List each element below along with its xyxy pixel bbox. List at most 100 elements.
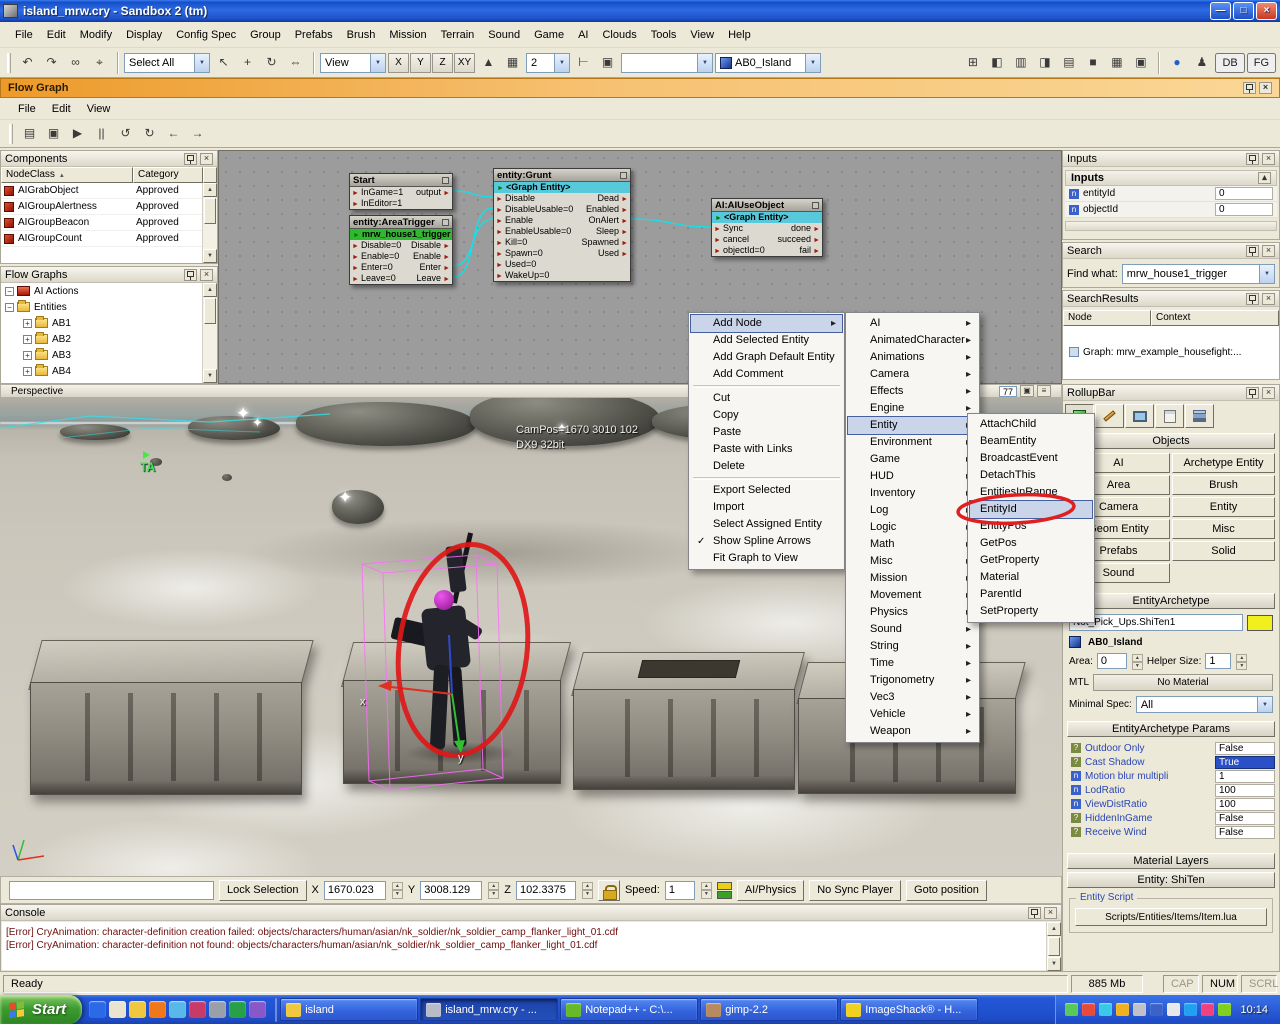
material-layers-header[interactable]: Material Layers [1067, 853, 1275, 869]
tab-layers[interactable] [1185, 404, 1214, 428]
column-header-nodeclass[interactable]: NodeClass [1, 167, 133, 183]
dropdown-arrow-icon[interactable]: ▼ [554, 54, 569, 72]
menu-item[interactable]: Terrain [434, 25, 482, 45]
taskbar-task-button[interactable]: island_mrw.cry - ... [420, 998, 558, 1021]
minimize-button[interactable]: — [1210, 2, 1231, 20]
flowgraph-toolbar-button[interactable]: ↻ [138, 123, 161, 145]
close-icon[interactable]: × [200, 269, 213, 281]
flowgraph-menu-item[interactable]: Edit [44, 100, 79, 118]
tree-expander-icon[interactable] [23, 367, 32, 376]
category-menu-item[interactable]: Physics [848, 604, 977, 621]
object-type-button[interactable]: Entity [1172, 497, 1275, 517]
graph-tree-item[interactable]: AB2 [1, 331, 217, 347]
pin-icon[interactable] [1028, 907, 1041, 919]
entity-menu-item[interactable]: EntityPos [970, 518, 1092, 535]
tray-icon[interactable] [1184, 1003, 1197, 1016]
close-button[interactable]: × [1256, 2, 1277, 20]
collapsed-section-bar[interactable] [1065, 221, 1277, 231]
object-type-button[interactable]: Brush [1172, 475, 1275, 495]
close-icon[interactable]: × [1262, 387, 1275, 399]
graph-tree-item[interactable]: AB4 [1, 363, 217, 379]
category-menu-item[interactable]: Inventory [848, 485, 977, 502]
node-port-row[interactable]: Spawn=0Used [494, 248, 630, 259]
context-menu-item[interactable]: Paste with Links [691, 441, 842, 458]
archetype-color-swatch[interactable] [1247, 615, 1273, 631]
transform-tool-button[interactable]: ↻ [260, 52, 283, 74]
toolbar-icon-button[interactable]: ⌖ [88, 52, 111, 74]
menu-item[interactable]: AI [571, 25, 595, 45]
y-coordinate-input[interactable]: 3008.129 [420, 881, 482, 900]
ai-physics-button[interactable]: AI/Physics [737, 880, 804, 901]
entity-menu-item[interactable]: AttachChild [970, 416, 1092, 433]
close-icon[interactable]: × [1044, 907, 1057, 919]
category-menu-item[interactable]: Game [848, 451, 977, 468]
category-menu-item[interactable]: Mission [848, 570, 977, 587]
quick-launch-icon[interactable] [229, 1001, 246, 1018]
node-target-entity[interactable]: mrw_house1_trigger [350, 229, 452, 240]
graph-tree-item[interactable]: AI Actions [1, 283, 217, 299]
layer-color-swatches[interactable] [717, 882, 732, 899]
node-target-entity[interactable]: <Graph Entity> [494, 182, 630, 193]
no-sync-player-button[interactable]: No Sync Player [809, 880, 901, 901]
tree-expander-icon[interactable] [23, 335, 32, 344]
tree-expander-icon[interactable] [5, 287, 14, 296]
entity-menu-item[interactable]: ParentId [970, 586, 1092, 603]
category-menu-item[interactable]: Animations [848, 349, 977, 366]
transform-tool-button[interactable]: + [236, 52, 259, 74]
search-result-row[interactable]: Graph: mrw_example_housefight:... [1063, 344, 1279, 360]
node-port-row[interactable]: EnableUsable=0Sleep [494, 226, 630, 237]
x-spinner[interactable]: ▲▼ [392, 882, 403, 899]
context-menu-item[interactable]: Add Selected Entity [691, 332, 842, 349]
toolbar-grip[interactable] [7, 53, 11, 73]
node-port-row[interactable]: DisableDead [494, 193, 630, 204]
dropdown-arrow-icon[interactable]: ▼ [194, 54, 209, 72]
category-menu-item[interactable]: Time [848, 655, 977, 672]
node-port-row[interactable]: Disable=0Disable [350, 240, 452, 251]
node-grunt[interactable]: entity:Grunt <Graph Entity> DisableDeadD… [493, 168, 631, 282]
pin-icon[interactable] [1246, 293, 1259, 305]
entity-section-header[interactable]: Entity: ShiTen [1067, 872, 1275, 888]
graph-tree-item[interactable]: AB3 [1, 347, 217, 363]
context-menu-item[interactable] [693, 477, 840, 480]
component-row[interactable]: AIGroupBeacon Approved [1, 215, 217, 231]
param-value[interactable]: False [1215, 812, 1275, 825]
quick-launch-icon[interactable] [149, 1001, 166, 1018]
quick-launch-icon[interactable] [109, 1001, 126, 1018]
node-port-row[interactable]: InEditor=1 [350, 198, 452, 209]
database-view-button[interactable]: DB [1215, 53, 1244, 73]
menu-item[interactable]: Modify [73, 25, 119, 45]
node-aiuseobject[interactable]: AI:AIUseObject <Graph Entity> Syncdoneca… [711, 198, 823, 257]
menu-item[interactable]: Game [527, 25, 571, 45]
node-port-row[interactable]: Enter=0Enter [350, 262, 452, 273]
menu-item[interactable]: Display [119, 25, 169, 45]
objects-section-header[interactable]: Objects [1067, 433, 1275, 449]
close-icon[interactable]: × [1262, 153, 1275, 165]
tray-icon[interactable] [1116, 1003, 1129, 1016]
param-row[interactable]: ? Outdoor Only False [1063, 741, 1279, 755]
viewport-menu-icon[interactable]: ≡ [1037, 385, 1051, 397]
quick-launch-icon[interactable] [89, 1001, 106, 1018]
view-combo[interactable]: View ▼ [320, 53, 386, 73]
start-button[interactable]: Start [0, 995, 82, 1024]
tray-icon[interactable] [1201, 1003, 1214, 1016]
viewport-fov-value[interactable]: 77 [999, 386, 1017, 397]
toolbar-icon-button[interactable]: ↷ [40, 52, 63, 74]
tab-database[interactable] [1155, 404, 1184, 428]
context-menu-item[interactable]: Select Assigned Entity [691, 516, 842, 533]
tray-icon[interactable] [1133, 1003, 1146, 1016]
flowgraph-toolbar-button[interactable]: ▤ [18, 123, 41, 145]
pin-icon[interactable] [184, 153, 197, 165]
node-start[interactable]: Start InGame=1outputInEditor=1 [349, 173, 453, 210]
category-menu-item[interactable]: Log [848, 502, 977, 519]
node-port-row[interactable]: Syncdone [712, 223, 822, 234]
x-coordinate-input[interactable]: 1670.023 [324, 881, 386, 900]
entity-script-button[interactable]: Scripts/Entities/Items/Item.lua [1075, 908, 1267, 926]
close-icon[interactable]: × [200, 153, 213, 165]
category-menu-item[interactable]: Sound [848, 621, 977, 638]
flowgraph-toolbar-button[interactable]: ← [162, 123, 185, 145]
flowgraph-toolbar-button[interactable]: → [186, 123, 209, 145]
node-collapse-icon[interactable] [620, 172, 627, 179]
component-row[interactable]: AIGroupCount Approved [1, 231, 217, 247]
category-menu-item[interactable]: Engine [848, 400, 977, 417]
quick-launch-icon[interactable] [249, 1001, 266, 1018]
